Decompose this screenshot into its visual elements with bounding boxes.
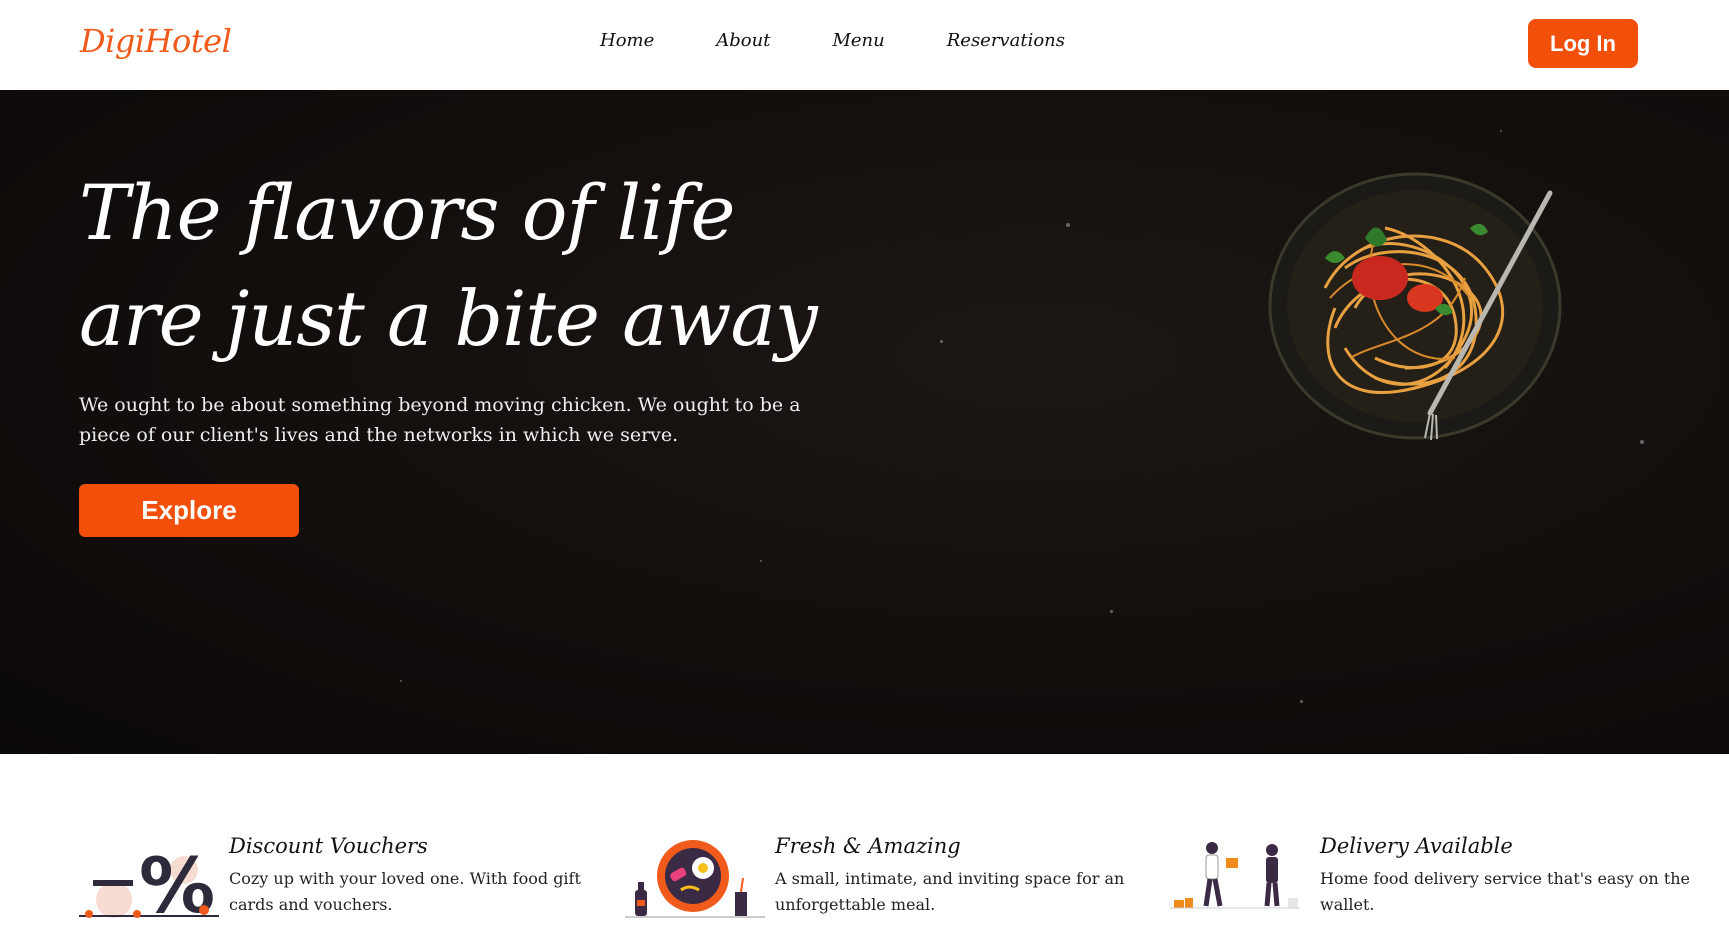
login-button[interactable]: Log In <box>1528 19 1638 68</box>
feature-description: Cozy up with your loved one. With food g… <box>229 869 581 914</box>
texture-speck <box>1110 610 1113 613</box>
nav-link-about[interactable]: About <box>716 30 770 51</box>
navbar: DigiHotel Home About Menu Reservations L… <box>0 0 1729 90</box>
nav-links: Home About Menu Reservations <box>600 30 1127 51</box>
nav-link-menu[interactable]: Menu <box>832 30 884 51</box>
hero-section: The flavors of life are just a bite away… <box>0 90 1729 754</box>
feature-description: Home food delivery service that's easy o… <box>1320 869 1691 914</box>
texture-speck <box>1500 130 1502 132</box>
texture-speck <box>1300 700 1303 703</box>
delivery-people-icon <box>1170 842 1300 909</box>
texture-speck <box>1066 223 1070 227</box>
feature-title: Fresh & Amazing <box>775 834 961 858</box>
feature-title: Delivery Available <box>1320 834 1513 858</box>
texture-speck <box>400 680 402 682</box>
brand-logo[interactable]: DigiHotel <box>80 22 232 60</box>
nav-link-reservations[interactable]: Reservations <box>947 30 1065 51</box>
hero-subtitle: We ought to be about something beyond mo… <box>79 394 801 446</box>
feature-description: A small, intimate, and inviting space fo… <box>775 869 1125 914</box>
hero-title: The flavors of life are just a bite away <box>79 168 818 363</box>
spaghetti-dish-image <box>1268 172 1562 441</box>
nav-link-home[interactable]: Home <box>600 30 654 51</box>
feature-title: Discount Vouchers <box>229 834 428 858</box>
texture-speck <box>1640 440 1644 444</box>
texture-speck <box>940 340 943 343</box>
food-plate-icon <box>625 840 765 918</box>
explore-button[interactable]: Explore <box>79 484 299 537</box>
discount-percent-icon: % <box>79 841 219 920</box>
texture-speck <box>760 560 762 562</box>
